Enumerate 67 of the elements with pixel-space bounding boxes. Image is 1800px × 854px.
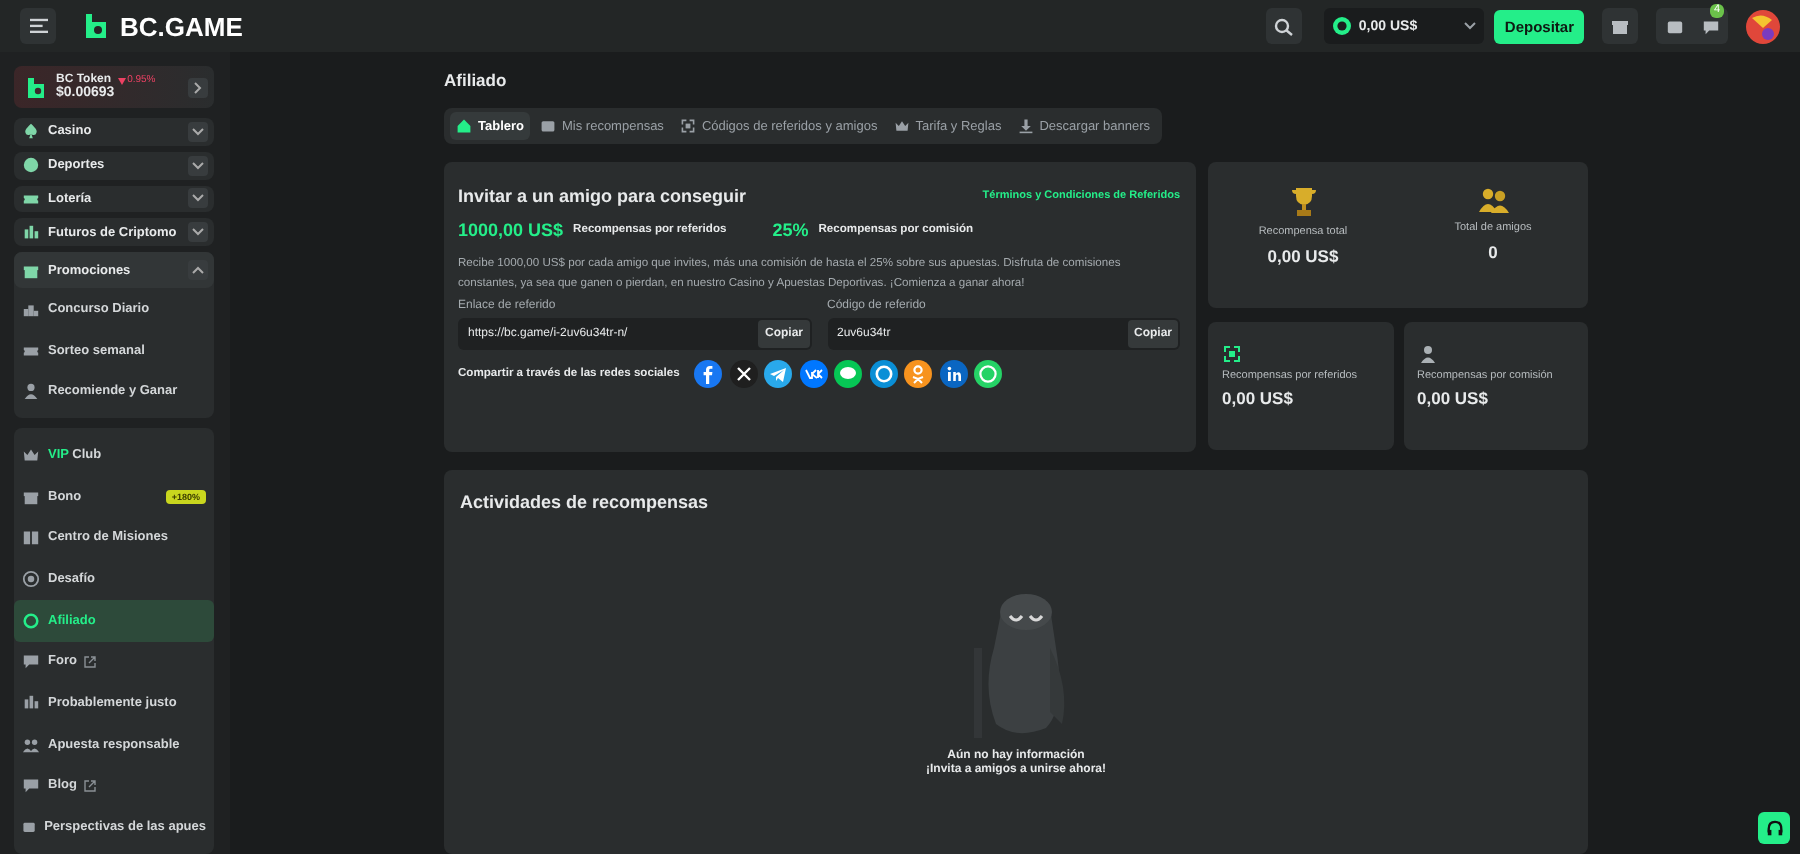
ok-share-icon[interactable]: [904, 360, 933, 388]
coin-icon: [1332, 16, 1353, 36]
ticket-icon: [22, 189, 40, 208]
expand-toggle[interactable]: [188, 188, 208, 209]
podium-icon: [22, 299, 40, 318]
search-button[interactable]: [1266, 8, 1303, 44]
external-link-icon: [84, 655, 97, 668]
candle-chart-icon: [22, 694, 40, 713]
headset-icon: [1765, 819, 1783, 837]
next-button[interactable]: [188, 77, 208, 97]
candle-chart-icon: [22, 223, 40, 242]
ring-icon: [22, 611, 40, 630]
avatar[interactable]: [1746, 9, 1780, 43]
brand-name: BC.GAME: [120, 11, 243, 41]
x-share-icon[interactable]: [729, 360, 758, 388]
page-title: Afiliado: [444, 70, 509, 90]
stat-value: 0,00 US$: [1417, 388, 1488, 408]
chevron-icon: [1464, 22, 1477, 30]
external-link-icon: [84, 779, 97, 792]
chevron-icon: [194, 81, 202, 93]
chat-icon: [22, 776, 40, 795]
expand-toggle[interactable]: [188, 222, 208, 243]
expand-toggle[interactable]: [188, 121, 208, 142]
book-icon: [22, 528, 40, 547]
ticket-icon: [22, 341, 40, 360]
line-share-icon[interactable]: [834, 360, 863, 388]
gift-icon: [22, 261, 40, 280]
down-arrow-icon: [117, 75, 126, 85]
reward-value: 1000,00 US$: [458, 220, 564, 240]
person-icon: [1417, 344, 1437, 364]
stat-value: 0,00 US$: [1222, 388, 1293, 408]
activities-title: Actividades de recompensas: [460, 492, 711, 512]
linkedin-share-icon[interactable]: [939, 360, 968, 388]
chat-icon: [1701, 17, 1719, 35]
crown-icon: [22, 445, 40, 464]
crown-icon: [893, 118, 910, 134]
house-icon: [456, 118, 472, 134]
reward-value: 25%: [772, 220, 809, 240]
support-button[interactable]: [1758, 812, 1790, 844]
expand-toggle[interactable]: [188, 155, 208, 176]
spade-icon: [22, 122, 40, 141]
gift-icon: [22, 487, 40, 506]
people-icon: [1477, 186, 1509, 214]
search-icon: [1274, 16, 1295, 36]
person-icon: [22, 382, 40, 401]
menu-icon: [29, 18, 47, 34]
vk-share-icon[interactable]: [799, 360, 828, 388]
chat-icon: [22, 652, 40, 671]
stat-value: 0: [1488, 242, 1498, 262]
gift-icon: [1610, 16, 1630, 36]
whatsapp-share-icon[interactable]: [974, 360, 1003, 388]
stat-value: 0,00 US$: [1267, 246, 1339, 266]
scan-icon: [679, 118, 696, 134]
trophy-icon: [1289, 186, 1317, 218]
scan-icon: [1222, 344, 1242, 364]
people-icon: [22, 735, 40, 754]
logo-icon: [82, 12, 110, 40]
gift-button[interactable]: [1602, 8, 1638, 44]
invite-title: Invitar a un amigo para conseguir: [458, 186, 747, 206]
expand-toggle[interactable]: [188, 260, 208, 281]
menu-button[interactable]: [20, 8, 56, 44]
download-icon: [1017, 118, 1034, 134]
telegram-share-icon[interactable]: [764, 360, 793, 388]
skype-share-icon[interactable]: [869, 360, 898, 388]
target-icon: [22, 570, 40, 589]
facebook-share-icon[interactable]: [694, 360, 723, 388]
token-logo-icon: [24, 75, 48, 99]
